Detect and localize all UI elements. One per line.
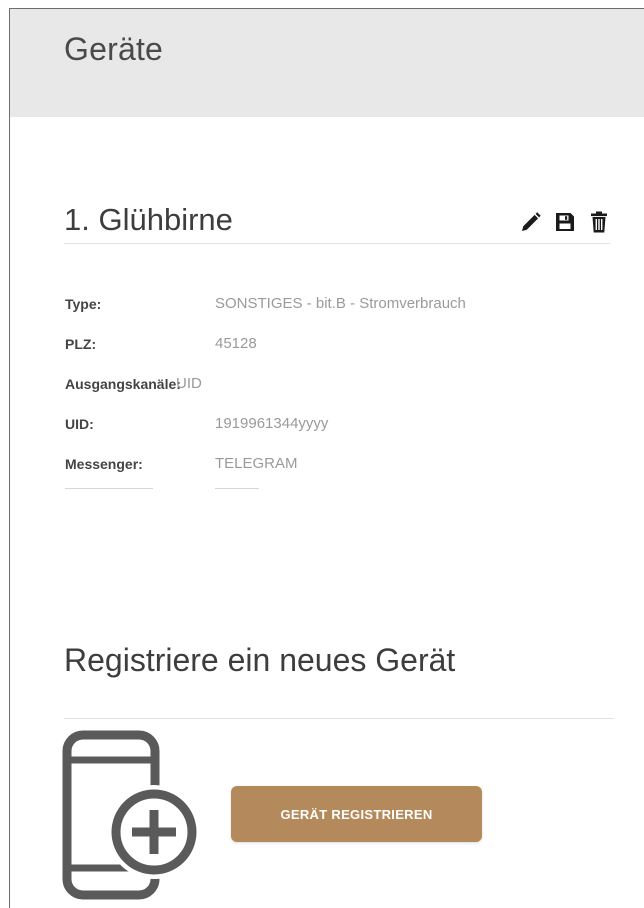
detail-row-messenger: Messenger: TELEGRAM <box>65 455 585 475</box>
detail-label: Type: <box>65 296 102 312</box>
trash-icon <box>591 211 607 233</box>
detail-row-type: Type: SONSTIGES - bit.B - Stromverbrauch <box>65 295 585 315</box>
floppy-disk-icon <box>556 213 574 231</box>
detail-value: SONSTIGES - bit.B - Stromverbrauch <box>215 295 466 312</box>
delete-button[interactable] <box>587 210 611 234</box>
detail-label: UID: <box>65 416 94 432</box>
edit-button[interactable] <box>519 210 543 234</box>
register-device-button[interactable]: GERÄT REGISTRIEREN <box>231 786 482 842</box>
detail-value: TELEGRAM <box>215 455 298 472</box>
detail-row-uid: UID: 1919961344yyyy <box>65 415 585 435</box>
device-actions <box>519 210 611 234</box>
detail-label: PLZ: <box>65 336 97 352</box>
detail-label: Ausgangskanäle: <box>65 376 181 392</box>
page-header: Geräte <box>10 9 644 117</box>
device-divider <box>64 243 610 244</box>
detail-value: UID <box>176 375 202 392</box>
detail-label: Messenger: <box>65 456 143 472</box>
detail-value: 45128 <box>215 335 257 352</box>
pencil-icon <box>522 212 541 231</box>
detail-value: 1919961344yyyy <box>215 415 329 432</box>
detail-row-ausgangskanaele: Ausgangskanäle: UID <box>65 375 585 395</box>
register-heading: Registriere ein neues Gerät <box>64 642 456 678</box>
phone-plus-icon <box>62 730 201 900</box>
app-frame: Geräte 1. Glühbirne Type: SONSTIGES - bi… <box>9 8 644 908</box>
save-button[interactable] <box>553 210 577 234</box>
clipped-row-remnant <box>65 488 265 491</box>
detail-row-plz: PLZ: 45128 <box>65 335 585 355</box>
register-divider <box>64 718 614 719</box>
device-title: 1. Glühbirne <box>64 202 233 237</box>
page-title: Geräte <box>64 31 164 67</box>
